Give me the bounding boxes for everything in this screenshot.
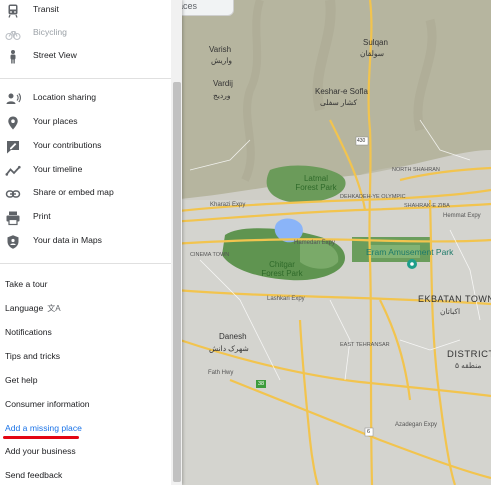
pegman-icon [10, 50, 16, 64]
map-label-azadegan: Azadegan Expy [395, 422, 438, 428]
menu-link-add-missing-place[interactable]: Add a missing place [5, 423, 82, 433]
menu-item-label: Bicycling [33, 27, 67, 37]
annotation-underline [3, 436, 79, 439]
menu-link-language-label: Language [5, 303, 44, 313]
map-label-north-shahran: NORTH SHAHRAN [392, 167, 440, 173]
menu-item-label: Location sharing [33, 92, 97, 102]
shield-icon [7, 235, 19, 249]
menu-divider [0, 263, 171, 264]
menu-item-share-embed[interactable]: Share or embed map [0, 183, 171, 205]
map-label-lashkari: Lashkari Expy [267, 296, 305, 302]
map-label-vardij: Vardij [213, 79, 233, 88]
menu-item-street-view[interactable]: Street View [0, 46, 171, 68]
printer-icon [6, 211, 20, 226]
menu-link-notifications[interactable]: Notifications [5, 327, 52, 337]
map-label-varish: Varish [209, 45, 232, 54]
map-label-east-tehransar: EAST TEHRANSAR [340, 342, 390, 348]
menu-link-take-a-tour[interactable]: Take a tour [5, 279, 48, 289]
menu-link-language[interactable]: Language 文A [5, 303, 61, 314]
map-label-chitgar: Chitgar Forest Park [261, 260, 303, 278]
menu-link-consumer-information[interactable]: Consumer information [5, 399, 90, 409]
map-label-ekbatan-fa: اکباتان [440, 307, 461, 316]
transit-icon [8, 4, 18, 18]
menu-item-bicycling[interactable]: Bicycling [0, 23, 171, 45]
link-icon [5, 190, 21, 198]
map-label-sulqan-fa: سولقان [360, 49, 385, 58]
map-label-district: DISTRICT [447, 349, 491, 360]
map-label-latmal: Latmal Forest Park [295, 174, 337, 192]
map-label-hamedan: Hamedan Expy [294, 240, 336, 246]
menu-item-transit[interactable]: Transit [0, 0, 171, 22]
menu-link-get-help[interactable]: Get help [5, 375, 38, 385]
menu-item-your-timeline[interactable]: Your timeline [0, 160, 171, 182]
map-label-route-6: 6 [367, 429, 371, 435]
map-label-shahrak-ziba: SHAHRAK-E ZIBA [404, 203, 450, 209]
map-label-dehkadeh: DEHKADEH-YE OLYMPIC [340, 194, 406, 200]
menu-item-label: Share or embed map [33, 187, 114, 197]
menu-item-label: Your contributions [33, 140, 102, 150]
location-sharing-icon [6, 93, 21, 104]
menu-item-label: Transit [33, 4, 59, 14]
contributions-icon [7, 141, 19, 154]
menu-link-send-feedback[interactable]: Send feedback [5, 470, 62, 480]
menu-item-label: Your places [33, 116, 78, 126]
menu-item-your-contributions[interactable]: Your contributions [0, 136, 171, 158]
map-label-vardij-fa: وردیج [213, 91, 231, 100]
map-label-varish-fa: واریش [211, 56, 232, 65]
timeline-icon [5, 165, 21, 176]
menu-item-your-places[interactable]: Your places [0, 112, 171, 134]
map-label-fath: Fath Hwy [208, 370, 234, 376]
map-label-keshar: Keshar-e Sofla [315, 87, 368, 96]
map-label-route-38: 38 [258, 381, 265, 387]
menu-item-label: Street View [33, 50, 77, 60]
map-label-district-fa: منطقه ۵ [455, 361, 482, 370]
menu-link-add-your-business[interactable]: Add your business [5, 446, 76, 456]
translate-icon: 文A [47, 304, 61, 313]
menu-item-location-sharing[interactable]: Location sharing [0, 88, 171, 110]
menu-item-label: Your data in Maps [33, 235, 102, 245]
map-label-hemmat: Hemmat Expy [443, 213, 481, 219]
map-label-keshar-fa: کشار سفلی [320, 98, 358, 107]
map-label-eram: Eram Amusement Park [366, 247, 454, 257]
menu-item-print[interactable]: Print [0, 207, 171, 229]
map-label-kharazi: Kharazi Expy [210, 202, 246, 208]
bicycle-icon [5, 30, 21, 41]
place-pin-icon [8, 116, 18, 130]
map-label-danesh: Danesh [219, 332, 247, 341]
menu-item-label: Print [33, 211, 51, 221]
map-label-cinema-town: CINEMA TOWN [190, 252, 230, 258]
menu-divider [0, 78, 171, 79]
menu-scrollbar-thumb[interactable] [173, 82, 181, 482]
menu-link-tips-and-tricks[interactable]: Tips and tricks [5, 351, 60, 361]
menu-scrollbar[interactable] [171, 0, 182, 485]
menu-item-label: Your timeline [33, 164, 83, 174]
map-label-route-430: 430 [357, 138, 366, 144]
map-label-sulqan: Sulqan [363, 38, 388, 47]
map-label-ekbatan: EKBATAN TOWN [418, 294, 491, 304]
menu-item-your-data[interactable]: Your data in Maps [0, 231, 171, 253]
map-label-danesh-fa: شهرک دانش [209, 344, 249, 353]
side-menu: Transit Bicycling Street View Location s… [0, 0, 182, 485]
